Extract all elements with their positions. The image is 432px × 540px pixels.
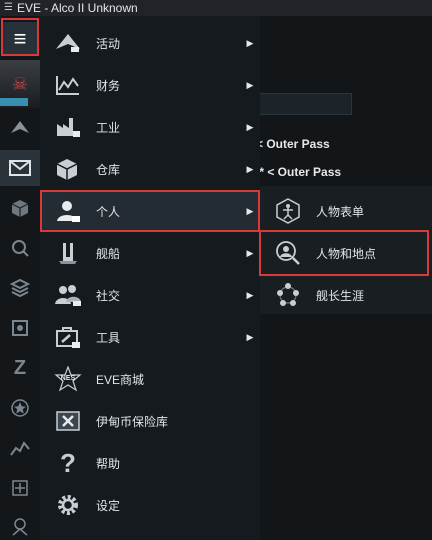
industry-icon xyxy=(40,116,96,138)
personal-icon xyxy=(40,199,96,223)
search-icon[interactable] xyxy=(0,230,40,266)
menu-item-social[interactable]: 社交 ▶ xyxy=(40,274,260,316)
neocom-sidebar: ≡ ☠ Z xyxy=(0,16,40,540)
skills-icon[interactable] xyxy=(0,270,40,306)
title-bar: ☰ EVE - Alco II Unknown xyxy=(0,0,432,16)
chevron-right-icon: ▶ xyxy=(246,247,254,258)
personal-submenu: 人物表单 人物和地点 舰长生涯 xyxy=(260,186,432,314)
chart-icon[interactable] xyxy=(0,430,40,466)
chevron-right-icon: ▶ xyxy=(246,163,254,174)
background-row[interactable]: l* < Outer Pass xyxy=(256,165,341,179)
submenu-item-character-sheet[interactable]: 人物表单 xyxy=(260,190,432,232)
chevron-right-icon: ▶ xyxy=(246,289,254,300)
menu-item-settings[interactable]: 设定 xyxy=(40,484,260,526)
submenu-item-career[interactable]: 舰长生涯 xyxy=(260,274,432,316)
chevron-right-icon: ▶ xyxy=(246,205,254,216)
plex-vault-icon xyxy=(40,410,96,432)
fitting-icon[interactable] xyxy=(0,310,40,346)
portrait-status-bar xyxy=(0,98,28,106)
menu-item-finance[interactable]: 财务 ▶ xyxy=(40,64,260,106)
chevron-right-icon: ▶ xyxy=(246,79,254,90)
menu-item-industry[interactable]: 工业 ▶ xyxy=(40,106,260,148)
people-places-icon xyxy=(260,240,316,266)
settings-icon xyxy=(40,492,96,518)
activities-icon xyxy=(40,33,96,53)
neocom-menu-button[interactable]: ≡ xyxy=(2,22,38,56)
star-icon[interactable] xyxy=(0,390,40,426)
z-icon[interactable]: Z xyxy=(0,350,40,386)
menu-item-inventory[interactable]: 仓库 ▶ xyxy=(40,148,260,190)
inventory-icon xyxy=(40,157,96,181)
chevron-right-icon: ▶ xyxy=(246,37,254,48)
menu-item-activities[interactable]: 活动 ▶ xyxy=(40,22,260,64)
chevron-right-icon: ▶ xyxy=(246,331,254,342)
activities-icon[interactable] xyxy=(0,110,40,146)
submenu-item-people-places[interactable]: 人物和地点 xyxy=(260,232,432,274)
finance-icon xyxy=(40,74,96,96)
nes-store-icon: NES xyxy=(40,366,96,392)
menu-item-tools[interactable]: 工具 ▶ xyxy=(40,316,260,358)
help-icon: ? xyxy=(60,447,76,478)
menu-item-ships[interactable]: 舰船 ▶ xyxy=(40,232,260,274)
career-icon xyxy=(260,282,316,308)
window-title: EVE - Alco II Unknown xyxy=(16,1,138,15)
chevron-right-icon: ▶ xyxy=(246,121,254,132)
menu-icon: ≡ xyxy=(13,26,27,51)
background-row[interactable]: < Outer Pass xyxy=(256,137,330,151)
social-icon xyxy=(40,283,96,307)
inventory-icon[interactable] xyxy=(0,190,40,226)
agency-icon[interactable] xyxy=(0,470,40,506)
character-sheet-icon xyxy=(260,198,316,224)
menu-item-plex-vault[interactable]: 伊甸币保险库 xyxy=(40,400,260,442)
ship-icon xyxy=(40,241,96,265)
main-menu: 活动 ▶ 财务 ▶ 工业 ▶ 仓库 ▶ 个人 ▶ 舰船 ▶ 社交 ▶ 工具 ▶ … xyxy=(40,16,260,540)
mail-icon[interactable] xyxy=(0,150,40,186)
locator-icon[interactable] xyxy=(0,508,40,540)
menu-icon: ☰ xyxy=(4,2,13,13)
menu-item-personal[interactable]: 个人 ▶ xyxy=(40,190,260,232)
svg-text:NES: NES xyxy=(61,375,76,382)
eve-client: ☰ EVE - Alco II Unknown < Outer Pass l* … xyxy=(0,0,432,540)
menu-item-help[interactable]: ? 帮助 xyxy=(40,442,260,484)
menu-item-nes-store[interactable]: NES EVE商城 xyxy=(40,358,260,400)
background-input[interactable] xyxy=(256,93,352,115)
tools-icon xyxy=(40,325,96,349)
